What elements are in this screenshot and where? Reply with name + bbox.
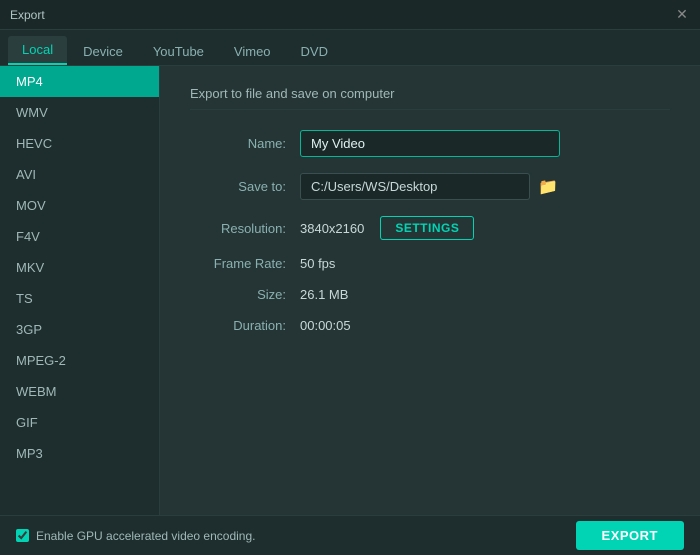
name-input[interactable] bbox=[300, 130, 560, 157]
section-title: Export to file and save on computer bbox=[190, 86, 670, 110]
duration-label: Duration: bbox=[190, 318, 300, 333]
gpu-text: Enable GPU accelerated video encoding. bbox=[36, 529, 255, 543]
tab-bar: Local Device YouTube Vimeo DVD bbox=[0, 30, 700, 66]
name-label: Name: bbox=[190, 136, 300, 151]
title-bar: Export ✕ bbox=[0, 0, 700, 30]
sidebar-item-mp3[interactable]: MP3 bbox=[0, 438, 159, 469]
tab-youtube[interactable]: YouTube bbox=[139, 38, 218, 65]
close-button[interactable]: ✕ bbox=[674, 7, 690, 23]
sidebar-item-ts[interactable]: TS bbox=[0, 283, 159, 314]
frame-rate-value: 50 fps bbox=[300, 256, 335, 271]
save-to-container: C:/Users/WS/Desktop 📁 bbox=[300, 173, 558, 200]
frame-rate-row: Frame Rate: 50 fps bbox=[190, 256, 670, 271]
sidebar-item-gif[interactable]: GIF bbox=[0, 407, 159, 438]
folder-icon[interactable]: 📁 bbox=[538, 177, 558, 197]
save-to-row: Save to: C:/Users/WS/Desktop 📁 bbox=[190, 173, 670, 200]
duration-value: 00:00:05 bbox=[300, 318, 351, 333]
tab-vimeo[interactable]: Vimeo bbox=[220, 38, 285, 65]
frame-rate-label: Frame Rate: bbox=[190, 256, 300, 271]
export-content: Export to file and save on computer Name… bbox=[160, 66, 700, 515]
duration-row: Duration: 00:00:05 bbox=[190, 318, 670, 333]
sidebar-item-hevc[interactable]: HEVC bbox=[0, 128, 159, 159]
sidebar-item-3gp[interactable]: 3GP bbox=[0, 314, 159, 345]
save-to-label: Save to: bbox=[190, 179, 300, 194]
bottom-bar: Enable GPU accelerated video encoding. E… bbox=[0, 515, 700, 555]
sidebar-item-avi[interactable]: AVI bbox=[0, 159, 159, 190]
sidebar-item-mp4[interactable]: MP4 bbox=[0, 66, 159, 97]
sidebar-item-f4v[interactable]: F4V bbox=[0, 221, 159, 252]
name-row: Name: bbox=[190, 130, 670, 157]
size-value: 26.1 MB bbox=[300, 287, 348, 302]
save-to-path: C:/Users/WS/Desktop bbox=[300, 173, 530, 200]
sidebar-item-mkv[interactable]: MKV bbox=[0, 252, 159, 283]
sidebar-item-mov[interactable]: MOV bbox=[0, 190, 159, 221]
settings-button[interactable]: SETTINGS bbox=[380, 216, 474, 240]
tab-local[interactable]: Local bbox=[8, 36, 67, 65]
gpu-checkbox[interactable] bbox=[16, 529, 29, 542]
format-sidebar: MP4 WMV HEVC AVI MOV F4V MKV TS 3GP MPEG… bbox=[0, 66, 160, 515]
size-row: Size: 26.1 MB bbox=[190, 287, 670, 302]
resolution-value: 3840x2160 bbox=[300, 221, 364, 236]
tab-dvd[interactable]: DVD bbox=[287, 38, 342, 65]
resolution-container: 3840x2160 SETTINGS bbox=[300, 216, 474, 240]
export-button[interactable]: EXPORT bbox=[576, 521, 684, 550]
size-label: Size: bbox=[190, 287, 300, 302]
sidebar-item-webm[interactable]: WEBM bbox=[0, 376, 159, 407]
sidebar-item-mpeg2[interactable]: MPEG-2 bbox=[0, 345, 159, 376]
main-container: MP4 WMV HEVC AVI MOV F4V MKV TS 3GP MPEG… bbox=[0, 66, 700, 515]
tab-device[interactable]: Device bbox=[69, 38, 137, 65]
resolution-label: Resolution: bbox=[190, 221, 300, 236]
gpu-label[interactable]: Enable GPU accelerated video encoding. bbox=[16, 529, 255, 543]
window-title: Export bbox=[10, 8, 45, 22]
sidebar-item-wmv[interactable]: WMV bbox=[0, 97, 159, 128]
resolution-row: Resolution: 3840x2160 SETTINGS bbox=[190, 216, 670, 240]
